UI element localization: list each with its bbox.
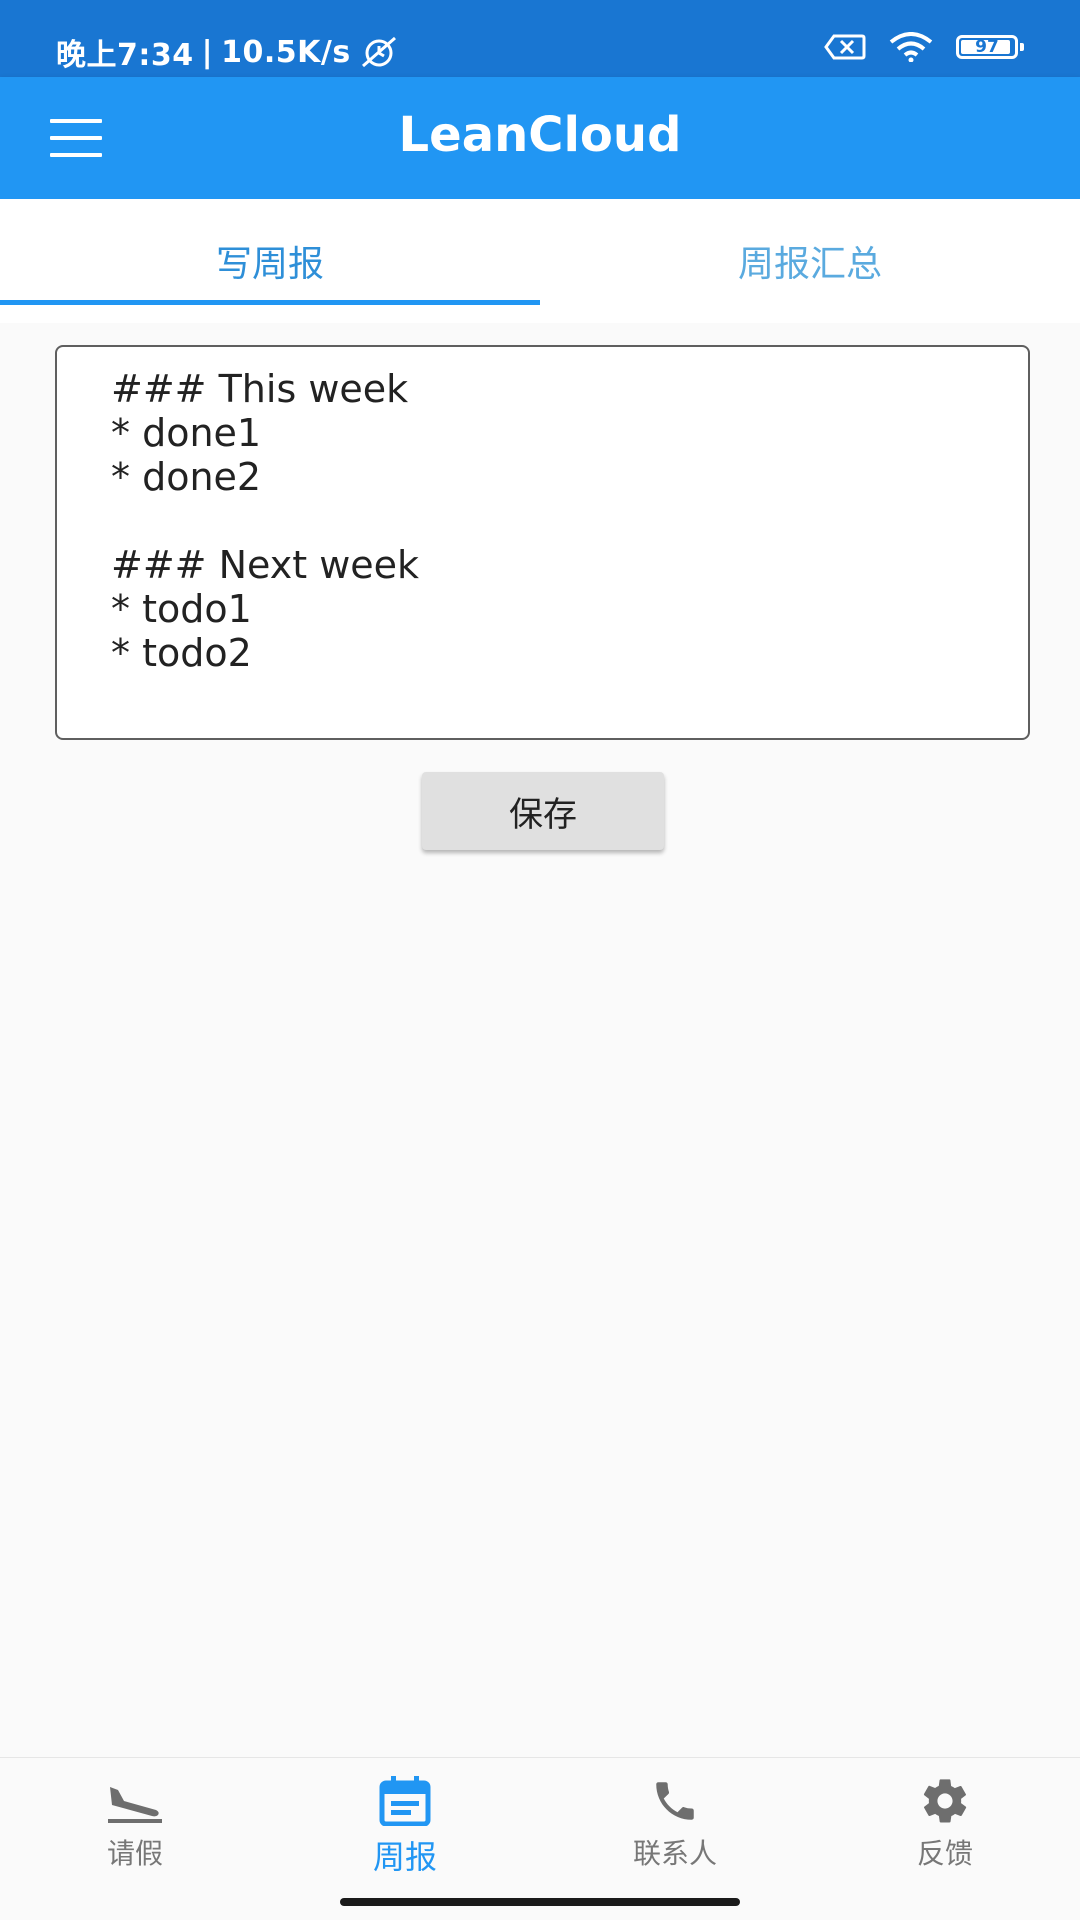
gear-icon — [923, 1779, 967, 1823]
status-separator: | — [201, 34, 214, 70]
alarm-off-icon — [361, 36, 396, 68]
tab-label: 写周报 — [215, 244, 324, 285]
report-text-area[interactable]: ### This week * done1 * done2 ### Next w… — [55, 345, 1030, 740]
tab-indicator — [0, 300, 540, 305]
status-time: 晚上7:34 — [56, 38, 194, 73]
tab-label: 周报汇总 — [737, 244, 882, 285]
home-indicator[interactable] — [340, 1898, 740, 1906]
nav-label: 周报 — [372, 1838, 437, 1876]
nav-item-weekly-report[interactable]: 周报 — [270, 1758, 540, 1885]
nav-label: 请假 — [106, 1837, 163, 1870]
battery-level: 97 — [975, 37, 999, 57]
save-button[interactable]: 保存 — [422, 772, 664, 850]
wifi-icon — [889, 32, 933, 62]
tab-report-summary[interactable]: 周报汇总 — [540, 199, 1080, 323]
flight-land-icon — [108, 1787, 162, 1823]
phone-icon — [656, 1782, 694, 1820]
nav-label: 反馈 — [916, 1837, 973, 1870]
battery-icon: 97 — [956, 35, 1024, 59]
nav-item-feedback[interactable]: 反馈 — [810, 1758, 1080, 1885]
status-right: 97 — [824, 32, 1024, 62]
app-title: LeanCloud — [398, 107, 682, 163]
calendar-icon — [379, 1776, 431, 1826]
tab-bar: 写周报 周报汇总 — [0, 199, 1080, 323]
tab-write-report[interactable]: 写周报 — [0, 199, 540, 323]
status-bar: 晚上7:34 | 10.5K/s 97 — [0, 0, 1080, 77]
nav-item-leave[interactable]: 请假 — [0, 1758, 270, 1885]
sim-missing-icon — [824, 34, 866, 60]
nav-item-contacts[interactable]: 联系人 — [540, 1758, 810, 1885]
network-speed: 10.5K/s — [221, 34, 351, 70]
status-left: 晚上7:34 | 10.5K/s — [56, 30, 399, 74]
app-bar: LeanCloud — [0, 77, 1080, 199]
bottom-nav: 请假 周报 联系人 反馈 — [0, 1757, 1080, 1885]
nav-label: 联系人 — [632, 1837, 717, 1870]
